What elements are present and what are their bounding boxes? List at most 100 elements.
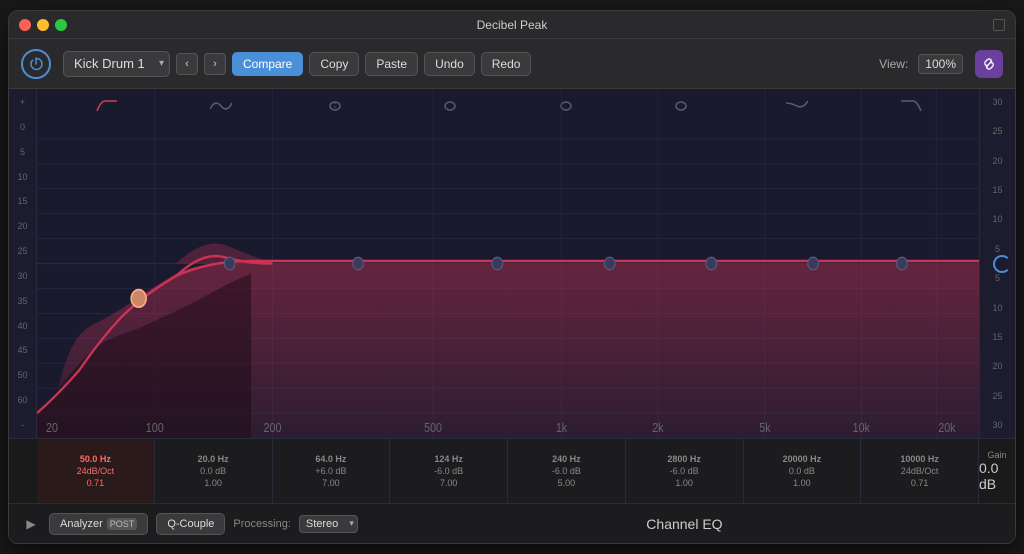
undo-button[interactable]: Undo <box>424 52 475 76</box>
power-icon <box>29 57 43 71</box>
band8-q: 0.71 <box>911 478 929 488</box>
compare-button[interactable]: Compare <box>232 52 303 76</box>
band3-cell[interactable]: 64.0 Hz +6.0 dB 7.00 <box>273 439 391 503</box>
preset-dropdown[interactable]: Kick Drum 1 <box>63 51 170 77</box>
minimize-dot[interactable] <box>37 19 49 31</box>
svg-text:1k: 1k <box>556 421 567 435</box>
expand-icon[interactable] <box>993 19 1005 31</box>
band2-control[interactable] <box>224 257 235 269</box>
post-badge: POST <box>107 518 138 530</box>
view-value[interactable]: 100% <box>918 54 963 74</box>
band-info-row: 50.0 Hz 24dB/Oct 0.71 20.0 Hz 0.0 dB 1.0… <box>37 439 979 503</box>
link-icon <box>981 56 997 72</box>
rl-10b: 10 <box>992 303 1002 313</box>
loop-icon[interactable] <box>993 255 1011 273</box>
band2-q: 1.00 <box>204 478 222 488</box>
rl-30a: 30 <box>992 97 1002 107</box>
label-30: 30 <box>17 271 27 281</box>
nav-next-button[interactable]: › <box>204 53 226 75</box>
svg-text:200: 200 <box>264 421 282 435</box>
band1-control[interactable] <box>131 290 146 307</box>
band5-freq: 240 Hz <box>552 454 581 464</box>
svg-text:10k: 10k <box>853 421 870 435</box>
toolbar: Kick Drum 1 ▾ ‹ › Compare Copy Paste Und… <box>9 39 1015 89</box>
rl-5a: 5 <box>995 244 1000 254</box>
rl-25b: 25 <box>992 391 1002 401</box>
nav-prev-button[interactable]: ‹ <box>176 53 198 75</box>
processing-container: Stereo ▾ <box>299 515 358 533</box>
play-button[interactable]: ▶ <box>21 514 41 534</box>
window-title: Decibel Peak <box>477 18 548 32</box>
band1-cell[interactable]: 50.0 Hz 24dB/Oct 0.71 <box>37 439 155 503</box>
label-45: 45 <box>17 345 27 355</box>
q-couple-button[interactable]: Q-Couple <box>156 513 225 535</box>
band8-control[interactable] <box>897 257 908 269</box>
rl-10a: 10 <box>992 214 1002 224</box>
band7-control[interactable] <box>808 257 819 269</box>
band1-freq: 50.0 Hz <box>80 454 111 464</box>
band5-cell[interactable]: 240 Hz -6.0 dB 5.00 <box>508 439 626 503</box>
link-button[interactable] <box>975 50 1003 78</box>
gain-label: Gain <box>987 450 1006 460</box>
redo-button[interactable]: Redo <box>481 52 532 76</box>
view-label: View: <box>879 57 908 71</box>
processing-select[interactable]: Stereo <box>299 515 358 533</box>
q-couple-label: Q-Couple <box>167 518 214 530</box>
rl-15b: 15 <box>992 332 1002 342</box>
rl-5b: 5 <box>995 273 1000 283</box>
eq-canvas[interactable]: 20 100 200 500 1k 2k 5k 10k 20k <box>37 89 979 438</box>
label-5: 5 <box>20 147 25 157</box>
band-controls: 50.0 Hz 24dB/Oct 0.71 20.0 Hz 0.0 dB 1.0… <box>9 438 1015 503</box>
band4-freq: 124 Hz <box>434 454 463 464</box>
band7-db: 0.0 dB <box>789 466 815 476</box>
band1-db: 24dB/Oct <box>77 466 115 476</box>
paste-button[interactable]: Paste <box>365 52 418 76</box>
band2-freq: 20.0 Hz <box>198 454 229 464</box>
plugin-window: Decibel Peak Kick Drum 1 ▾ ‹ › Compare C… <box>8 10 1016 544</box>
rl-15a: 15 <box>992 185 1002 195</box>
band4-db: -6.0 dB <box>434 466 463 476</box>
band3-q: 7.00 <box>322 478 340 488</box>
rl-30b: 30 <box>992 420 1002 430</box>
band7-freq: 20000 Hz <box>783 454 822 464</box>
label-0: 0 <box>20 122 25 132</box>
eq-right-labels: 30 25 20 15 10 5 5 10 15 20 25 30 <box>979 89 1015 438</box>
band5-q: 5.00 <box>558 478 576 488</box>
band4-control[interactable] <box>492 257 503 269</box>
band6-control[interactable] <box>706 257 717 269</box>
analyzer-button[interactable]: Analyzer POST <box>49 513 148 535</box>
band3-freq: 64.0 Hz <box>315 454 346 464</box>
rl-20a: 20 <box>992 156 1002 166</box>
band6-cell[interactable]: 2800 Hz -6.0 dB 1.00 <box>626 439 744 503</box>
maximize-dot[interactable] <box>55 19 67 31</box>
eq-area: + 0 5 10 15 20 25 30 35 40 45 50 60 - <box>9 89 1015 438</box>
power-button[interactable] <box>21 49 51 79</box>
svg-text:100: 100 <box>146 421 164 435</box>
close-dot[interactable] <box>19 19 31 31</box>
copy-button[interactable]: Copy <box>309 52 359 76</box>
eq-left-labels: + 0 5 10 15 20 25 30 35 40 45 50 60 - <box>9 89 37 438</box>
rl-25a: 25 <box>992 126 1002 136</box>
band3-control[interactable] <box>353 257 364 269</box>
band8-cell[interactable]: 10000 Hz 24dB/Oct 0.71 <box>861 439 979 503</box>
label-60: 60 <box>17 395 27 405</box>
label-minus: - <box>21 420 24 430</box>
band2-cell[interactable]: 20.0 Hz 0.0 dB 1.00 <box>155 439 273 503</box>
label-50: 50 <box>17 370 27 380</box>
band3-db: +6.0 dB <box>315 466 346 476</box>
band5-control[interactable] <box>604 257 615 269</box>
gain-value: 0.0 dB <box>979 460 1015 492</box>
svg-text:20: 20 <box>46 421 58 435</box>
band7-cell[interactable]: 20000 Hz 0.0 dB 1.00 <box>744 439 862 503</box>
band4-q: 7.00 <box>440 478 458 488</box>
window-controls <box>19 19 67 31</box>
eq-svg: 20 100 200 500 1k 2k 5k 10k 20k <box>37 89 979 438</box>
bottom-toolbar: ▶ Analyzer POST Q-Couple Processing: Ste… <box>9 503 1015 543</box>
channel-eq-label: Channel EQ <box>366 516 1003 532</box>
band6-db: -6.0 dB <box>670 466 699 476</box>
label-35: 35 <box>17 296 27 306</box>
title-bar: Decibel Peak <box>9 11 1015 39</box>
band5-db: -6.0 dB <box>552 466 581 476</box>
band4-cell[interactable]: 124 Hz -6.0 dB 7.00 <box>390 439 508 503</box>
label-10: 10 <box>17 172 27 182</box>
